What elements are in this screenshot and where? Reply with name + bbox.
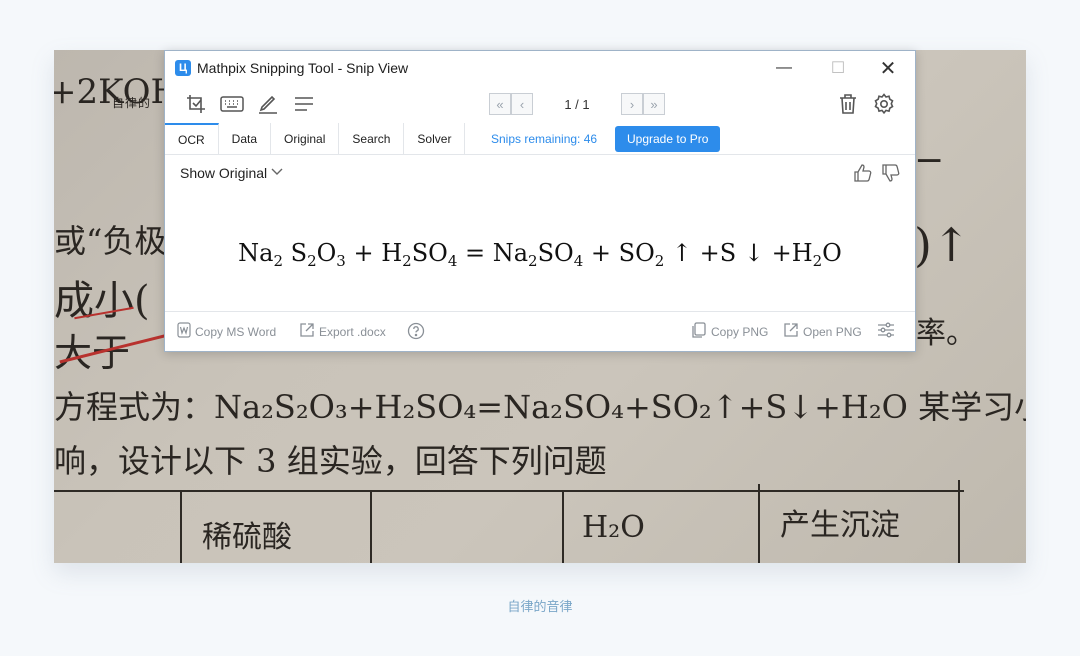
formula-text: S	[282, 239, 308, 267]
formula-text: Na	[238, 239, 274, 267]
mathpix-logo-icon: Ц	[175, 60, 191, 76]
image-caption: 自律的音律	[507, 600, 573, 615]
table-cell: 稀硫酸	[202, 520, 292, 555]
tab-bar: OCR Data Original Search Solver Snips re…	[165, 123, 915, 155]
tab-search[interactable]: Search	[339, 123, 405, 154]
tab-solver[interactable]: Solver	[404, 123, 466, 154]
export-docx-button[interactable]: Export .docx	[299, 322, 386, 341]
formula-text: SO	[411, 239, 448, 267]
formula-subscript: 4	[447, 252, 458, 270]
next-page-button[interactable]: ›	[621, 93, 643, 115]
formula-text: O	[822, 239, 842, 267]
table-border	[54, 490, 964, 492]
photo-text-left-3: 大于	[54, 322, 130, 377]
photo-text-right-2: )↑	[914, 218, 971, 272]
footer-actions: Copy MS Word Export .docx Copy PNG Open …	[165, 311, 915, 351]
menu-icon[interactable]	[291, 91, 317, 117]
formula-text: O	[316, 239, 337, 267]
show-original-label: Show Original	[180, 165, 268, 181]
title-bar[interactable]: Ц Mathpix Snipping Tool - Snip View — ☐ …	[165, 51, 915, 85]
external-link-icon	[299, 322, 315, 341]
pager: « ‹ 1 / 1 › »	[489, 93, 665, 115]
formula-text: + H	[345, 239, 403, 267]
copy-png-label: Copy PNG	[711, 324, 769, 339]
table-cell: H₂O	[582, 510, 645, 545]
formula-subscript: 2	[273, 252, 283, 270]
photo-equation-line: 方程式为：Na₂S₂O₃+H₂SO₄=Na₂SO₄+SO₂↑+S↓+H₂O 某学…	[54, 388, 1026, 426]
close-button[interactable]: ✕	[865, 51, 911, 85]
photo-text-line-5: 响，设计以下 3 组实验，回答下列问题	[54, 442, 607, 480]
photo-text-right-1: −	[914, 140, 945, 181]
copy-ms-word-label: Copy MS Word	[195, 324, 277, 339]
gear-icon[interactable]	[871, 91, 897, 117]
tab-original[interactable]: Original	[271, 123, 340, 154]
crop-icon[interactable]	[183, 91, 209, 117]
toolbar: « ‹ 1 / 1 › »	[165, 85, 915, 123]
thumbs-down-icon[interactable]	[881, 163, 901, 188]
formula-text: ↑ +S ↓ +H	[664, 239, 813, 267]
upgrade-button[interactable]: Upgrade to Pro	[615, 126, 721, 152]
formula-subscript: 2	[402, 252, 412, 270]
copy-png-button[interactable]: Copy PNG	[691, 322, 768, 341]
table-border	[562, 490, 564, 563]
window-title: Mathpix Snipping Tool - Snip View	[197, 60, 409, 76]
photo-text-right-3: 率。	[916, 316, 976, 351]
external-link-icon	[783, 322, 799, 341]
formula-text: = Na	[457, 239, 529, 267]
prev-page-button[interactable]: ‹	[511, 93, 533, 115]
export-docx-label: Export .docx	[319, 324, 386, 339]
tab-data[interactable]: Data	[218, 123, 272, 154]
show-original-toggle[interactable]: Show Original	[180, 165, 284, 181]
keyboard-icon[interactable]	[219, 91, 245, 117]
formula-subscript: 2	[654, 252, 665, 270]
maximize-button[interactable]: ☐	[815, 51, 861, 85]
pen-icon[interactable]	[255, 91, 281, 117]
copy-icon	[691, 322, 707, 341]
minimize-button[interactable]: —	[761, 51, 807, 85]
table-cell: 产生沉淀	[780, 508, 900, 543]
page-indicator: 1 / 1	[564, 96, 590, 112]
open-png-button[interactable]: Open PNG	[783, 322, 862, 341]
table-border	[370, 490, 372, 563]
photo-text-left-2: 成小(	[54, 278, 150, 324]
formula-text: + SO	[583, 239, 655, 267]
table-border	[180, 490, 182, 563]
ocr-formula: Na2 S2O3 + H2SO4 = Na2SO4 + SO2 ↑ +S ↓ +…	[165, 239, 915, 270]
copy-ms-word-button[interactable]: Copy MS Word	[177, 322, 276, 341]
chevron-down-icon	[270, 166, 284, 180]
table-border	[758, 484, 760, 563]
thumbs-up-icon[interactable]	[853, 163, 873, 188]
help-icon[interactable]	[407, 322, 425, 340]
photo-text-left-1: 或“负极	[54, 222, 167, 260]
formula-subscript: 3	[336, 252, 346, 270]
word-icon	[177, 322, 191, 341]
open-png-label: Open PNG	[803, 324, 862, 339]
formula-text: SO	[537, 239, 574, 267]
first-page-button[interactable]: «	[489, 93, 511, 115]
formula-subscript: 2	[307, 252, 317, 270]
tab-ocr[interactable]: OCR	[165, 123, 219, 154]
trash-icon[interactable]	[835, 91, 861, 117]
formula-subscript: 2	[812, 252, 823, 270]
page: +2KOH 自律的 或“负极 成小( 大于 − )↑ 率。 方程式为：Na₂S₂…	[0, 0, 1080, 656]
photo-text-small: 自律的	[112, 96, 152, 110]
sliders-icon[interactable]	[877, 322, 895, 338]
formula-subscript: 2	[528, 252, 538, 270]
last-page-button[interactable]: »	[643, 93, 665, 115]
mathpix-window: Ц Mathpix Snipping Tool - Snip View — ☐ …	[164, 50, 916, 352]
result-panel: Show Original Na2 S2O3 + H2SO4 = Na2SO4 …	[165, 155, 915, 311]
table-border	[958, 480, 960, 563]
snips-remaining: Snips remaining: 46	[491, 132, 598, 146]
formula-subscript: 4	[573, 252, 584, 270]
